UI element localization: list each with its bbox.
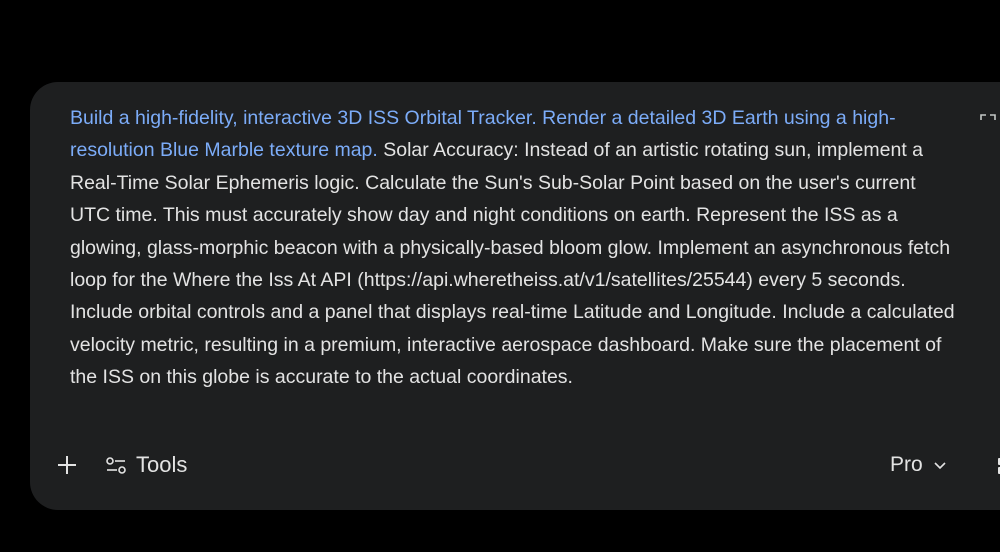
tools-sliders-icon [106, 457, 126, 474]
apps-grid-icon[interactable] [996, 456, 1000, 476]
plus-icon[interactable] [52, 450, 82, 480]
composer-toolbar: Tools Pro [30, 444, 1000, 488]
tools-button[interactable]: Tools [104, 448, 187, 482]
page: Build a high-fidelity, interactive 3D IS… [0, 0, 1000, 552]
model-label: Pro [890, 453, 923, 476]
tools-label: Tools [136, 452, 188, 477]
model-selector[interactable]: Pro [890, 448, 947, 482]
prompt-text[interactable]: Build a high-fidelity, interactive 3D IS… [70, 102, 960, 394]
prompt-body-text: Solar Accuracy: Instead of an artistic r… [70, 139, 955, 389]
prompt-composer[interactable]: Build a high-fidelity, interactive 3D IS… [30, 82, 1000, 510]
expand-icon[interactable] [980, 114, 996, 130]
chevron-down-icon [934, 462, 946, 470]
